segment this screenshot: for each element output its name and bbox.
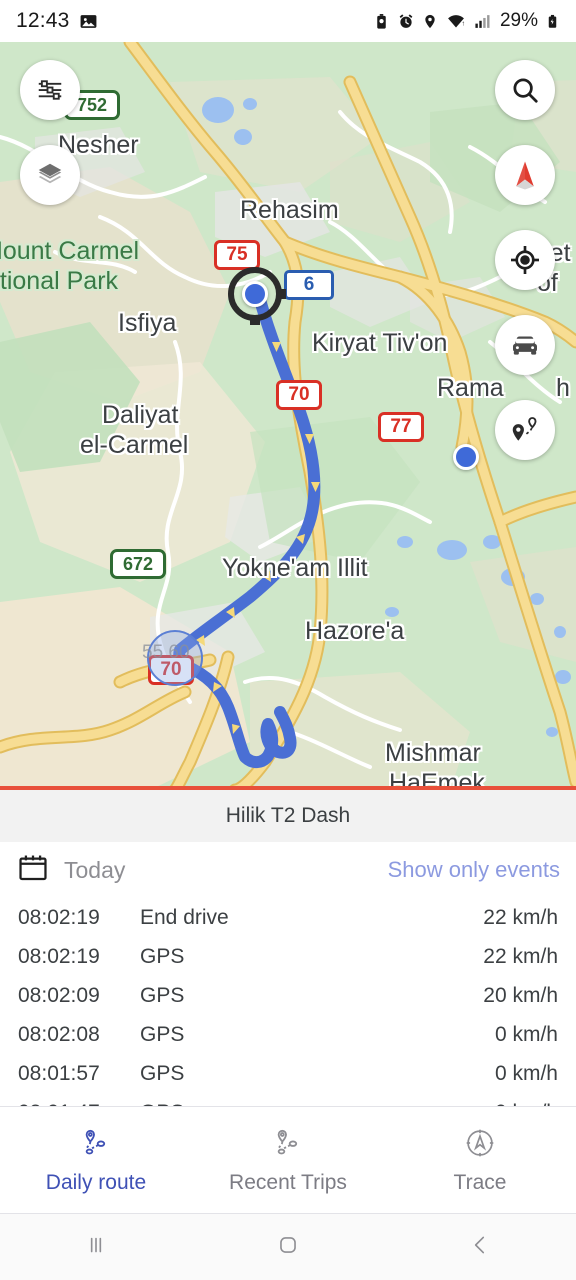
date-filter-button[interactable]: Today <box>16 851 125 890</box>
android-nav-bar <box>0 1214 576 1280</box>
location-icon <box>422 12 438 31</box>
compass-icon <box>508 158 542 192</box>
event-list[interactable]: 08:02:19 End drive 22 km/h 08:02:19 GPS … <box>0 898 576 1106</box>
panel-title: Hilik T2 Dash <box>0 790 576 842</box>
event-speed: 20 km/h <box>483 983 558 1007</box>
alarm-icon <box>397 12 415 31</box>
tab-label: Trace <box>453 1170 507 1194</box>
battery-saver-icon <box>373 12 390 31</box>
event-time: 08:02:19 <box>18 944 100 968</box>
battery-percent: 29% <box>499 10 538 31</box>
event-speed: 22 km/h <box>483 944 558 968</box>
map-compass-button[interactable] <box>495 145 555 205</box>
home-button[interactable] <box>243 1214 333 1280</box>
event-time: 08:01:57 <box>18 1061 100 1085</box>
event-speed: 0 km/h <box>494 1061 558 1085</box>
route-pin-icon <box>270 1126 306 1165</box>
search-icon <box>510 75 540 105</box>
route-pin-icon <box>509 414 541 446</box>
show-only-events-link[interactable]: Show only events <box>388 857 560 883</box>
tab-label: Recent Trips <box>229 1170 347 1194</box>
car-icon <box>509 329 541 361</box>
event-time: 08:02:19 <box>18 905 100 929</box>
table-row[interactable]: 08:01:47 GPS 0 km/h <box>0 1093 576 1107</box>
event-speed: 22 km/h <box>483 905 558 929</box>
signal-icon <box>474 12 491 31</box>
waypoint-marker-dot[interactable] <box>453 444 479 470</box>
map-layers-button[interactable] <box>20 145 80 205</box>
event-type: GPS <box>140 944 185 968</box>
recents-icon <box>83 1232 109 1263</box>
back-button[interactable] <box>435 1214 525 1280</box>
event-time: 08:02:08 <box>18 1022 100 1046</box>
compass-circle-icon <box>462 1126 498 1165</box>
tab-recent-trips[interactable]: Recent Trips <box>192 1107 384 1213</box>
filter-row: Today Show only events <box>0 842 576 898</box>
event-type: GPS <box>140 983 185 1007</box>
event-type: End drive <box>140 905 229 929</box>
event-type: GPS <box>140 1022 185 1046</box>
map-my-location-button[interactable] <box>495 230 555 290</box>
svg-text:↑: ↑ <box>462 19 466 27</box>
tab-trace[interactable]: Trace <box>384 1107 576 1213</box>
photo-icon <box>79 12 98 31</box>
status-bar: 12:43 ↑ 29% <box>0 0 576 42</box>
event-time: 08:02:09 <box>18 983 100 1007</box>
tab-label: Daily route <box>45 1170 147 1194</box>
event-type: GPS <box>140 1061 185 1085</box>
calendar-icon <box>16 851 50 890</box>
wifi-icon: ↑ <box>445 12 467 31</box>
bottom-tab-bar: Daily route Recent Trips Trace <box>0 1106 576 1214</box>
layers-icon <box>35 160 65 190</box>
recents-button[interactable] <box>51 1214 141 1280</box>
stop-marker-label: 55 60 <box>142 642 190 663</box>
status-time: 12:43 <box>16 9 70 32</box>
status-bar-left: 12:43 <box>16 9 98 33</box>
end-drive-marker-ring[interactable] <box>228 267 282 321</box>
map-terrain <box>0 42 576 790</box>
map-bottom-divider <box>0 786 576 790</box>
tab-daily-route[interactable]: Daily route <box>0 1107 192 1213</box>
table-row[interactable]: 08:02:19 GPS 22 km/h <box>0 937 576 976</box>
map-filter-button[interactable] <box>20 60 80 120</box>
status-bar-right: ↑ 29% <box>373 10 560 32</box>
date-filter-label: Today <box>64 856 126 883</box>
battery-icon <box>545 12 560 31</box>
table-row[interactable]: 08:02:19 End drive 22 km/h <box>0 898 576 937</box>
back-icon <box>467 1232 493 1263</box>
table-row[interactable]: 08:01:57 GPS 0 km/h <box>0 1054 576 1093</box>
sliders-icon <box>35 75 65 105</box>
map-canvas[interactable]: Nesher Rehasim Mount Carmel ational Park… <box>0 42 576 790</box>
table-row[interactable]: 08:02:08 GPS 0 km/h <box>0 1015 576 1054</box>
route-pin-icon <box>78 1126 114 1165</box>
event-speed: 0 km/h <box>494 1022 558 1046</box>
map-route-button[interactable] <box>495 400 555 460</box>
crosshair-icon <box>509 244 541 276</box>
table-row[interactable]: 08:02:09 GPS 20 km/h <box>0 976 576 1015</box>
home-icon <box>275 1232 301 1263</box>
map-search-button[interactable] <box>495 60 555 120</box>
map-vehicle-button[interactable] <box>495 315 555 375</box>
